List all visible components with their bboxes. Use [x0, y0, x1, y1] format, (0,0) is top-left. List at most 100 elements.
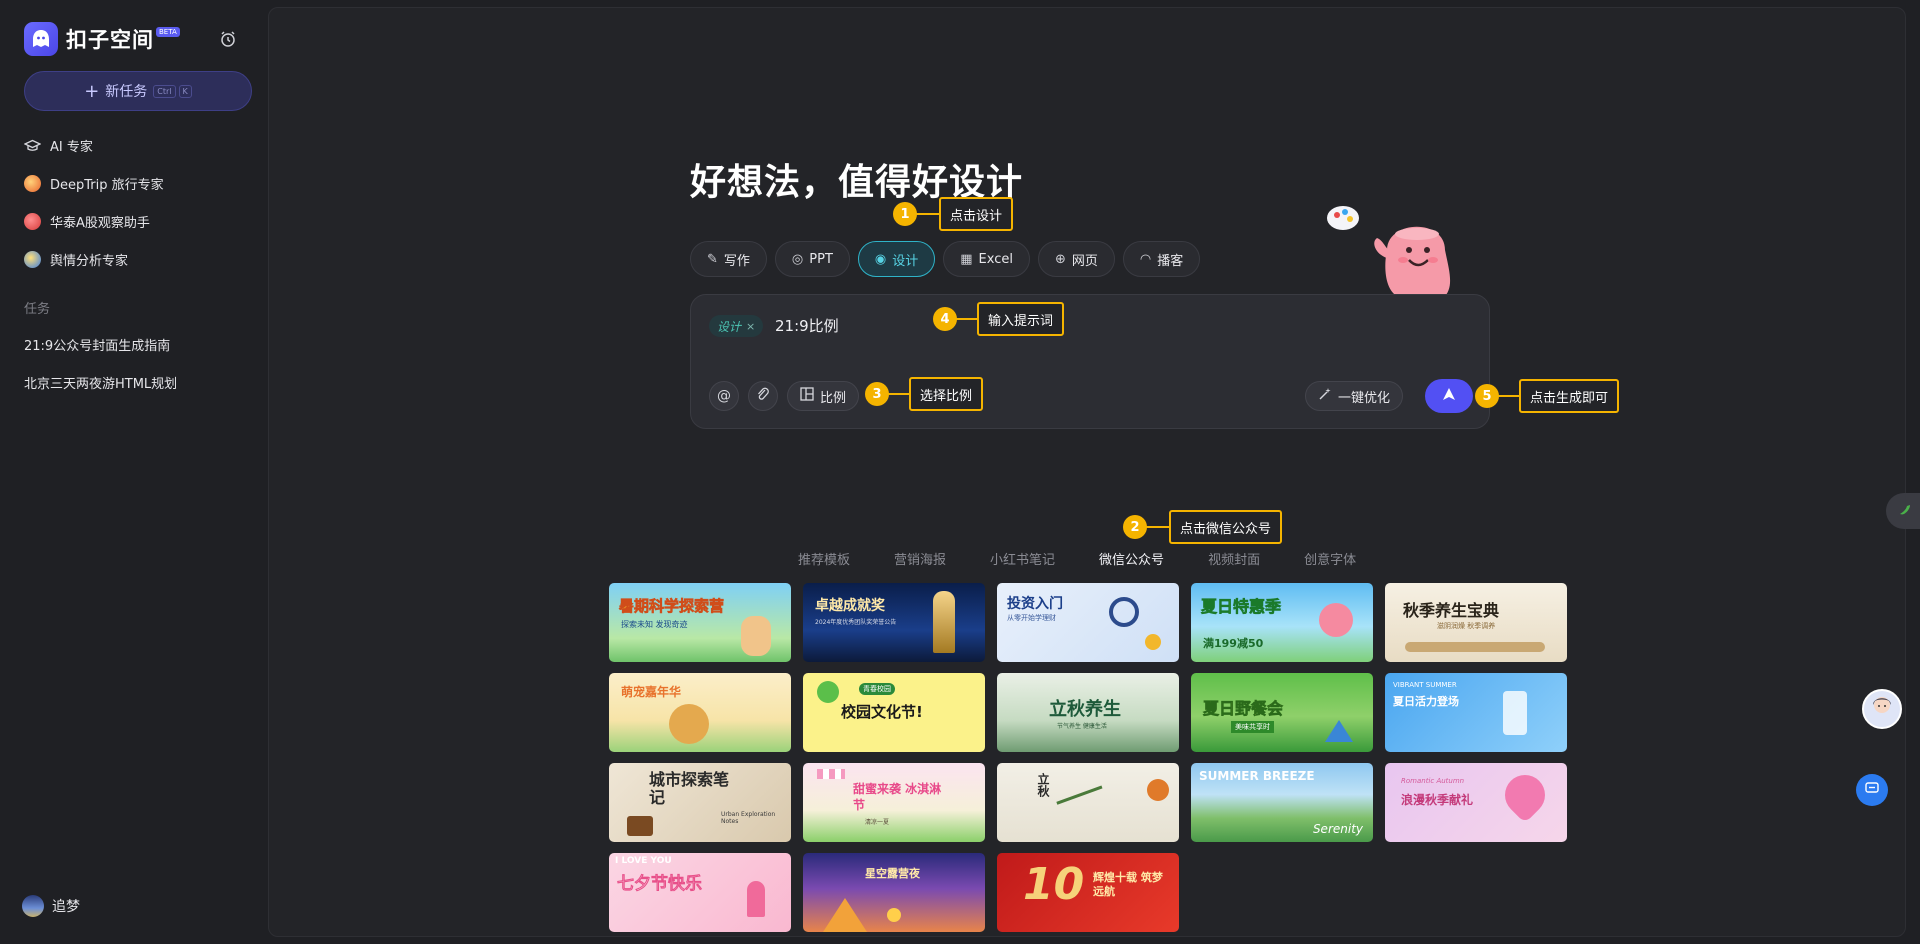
tab-label: Excel: [978, 251, 1013, 267]
template-card[interactable]: 10 辉煌十载 筑梦远航: [997, 853, 1179, 932]
template-card[interactable]: 夏日野餐会 美味共享时: [1191, 673, 1373, 752]
annotation-marker-2: 2: [1123, 515, 1147, 539]
template-title: 校园文化节!: [841, 703, 923, 721]
template-title: 七夕节快乐: [617, 874, 703, 895]
tab-marketing-poster[interactable]: 营销海报: [894, 549, 946, 568]
tab-writing[interactable]: ✎ 写作: [690, 241, 767, 277]
task-item[interactable]: 21:9公众号封面生成指南: [24, 335, 170, 354]
optimize-label: 一键优化: [1338, 390, 1391, 406]
tab-xiaohongshu[interactable]: 小红书笔记: [990, 549, 1055, 568]
tab-excel[interactable]: ▦ Excel: [943, 241, 1030, 277]
tent-icon: [1325, 720, 1353, 742]
alarm-clock-icon[interactable]: [218, 29, 238, 49]
coze-logo-icon: [24, 22, 58, 56]
tulip-illustration: [747, 881, 765, 917]
shortcut-key-ctrl: Ctrl: [153, 84, 176, 98]
close-icon[interactable]: ×: [746, 320, 755, 333]
floating-side-tab[interactable]: [1886, 493, 1920, 529]
coin-icon: [1145, 634, 1161, 650]
template-subtitle: 满199减50: [1203, 637, 1264, 650]
annotation-connector: [956, 318, 978, 320]
new-task-button[interactable]: + 新任务 Ctrl K: [24, 71, 252, 111]
attach-button[interactable]: [748, 381, 778, 411]
design-mode-chip[interactable]: 设计 ×: [709, 315, 764, 337]
template-subtitle: 10: [1023, 859, 1085, 910]
graduation-cap-icon: [24, 137, 41, 154]
template-card[interactable]: VIBRANT SUMMER 夏日活力登场: [1385, 673, 1567, 752]
template-subtitle: 美味共享时: [1231, 721, 1274, 733]
new-task-label: 新任务: [105, 84, 148, 100]
tab-wechat[interactable]: 微信公众号: [1099, 549, 1164, 568]
template-card[interactable]: 秋季养生宝典 滋阴润燥 秋季调养: [1385, 583, 1567, 662]
assistant-face-icon: [1868, 693, 1896, 725]
template-subtitle: Romantic Autumn: [1401, 777, 1465, 785]
template-title: SUMMER BREEZE: [1199, 769, 1315, 783]
ppt-icon: ◎: [791, 251, 804, 267]
drink-illustration: [1503, 691, 1527, 735]
tab-recommended[interactable]: 推荐模板: [798, 549, 850, 568]
tab-creative-font[interactable]: 创意字体: [1304, 549, 1356, 568]
template-card[interactable]: 立秋养生 节气养生 健康生活: [997, 673, 1179, 752]
palette-icon: ◉: [874, 251, 887, 267]
task-item[interactable]: 北京三天两夜游HTML规划: [24, 373, 177, 392]
prompt-input-box[interactable]: 设计 × 21:9比例 @ 比例 一键优化: [690, 294, 1490, 429]
kids-illustration: [741, 616, 771, 656]
annotation-connector: [1498, 395, 1520, 397]
template-card[interactable]: 甜蜜来袭 冰淇淋节 清凉一夏: [803, 763, 985, 842]
sidebar-item-sentiment[interactable]: 舆情分析专家: [24, 250, 128, 269]
sidebar-item-huatai[interactable]: 华泰A股观察助手: [24, 212, 150, 231]
awning-decoration: [817, 769, 845, 779]
assistant-avatar[interactable]: [1862, 689, 1902, 729]
chip-label: 设计: [717, 319, 742, 334]
annotation-label-5: 点击生成即可: [1519, 379, 1620, 413]
tab-webpage[interactable]: ⊕ 网页: [1037, 241, 1115, 277]
template-grid: 暑期科学探索营 探索未知 发现奇迹 卓越成就奖 2024年度优秀团队奖荣誉公告 …: [609, 583, 1567, 932]
template-card[interactable]: 投资入门 从零开始学理财: [997, 583, 1179, 662]
template-title: 夏日特惠季: [1201, 597, 1282, 617]
template-title: 萌宠嘉年华: [621, 685, 682, 699]
sidebar: 扣子空间 BETA + 新任务 Ctrl K AI 专家 DeepTrip 旅行…: [0, 0, 268, 944]
prompt-text[interactable]: 21:9比例: [775, 315, 839, 336]
template-card[interactable]: I LOVE YOU 七夕节快乐: [609, 853, 791, 932]
template-title: 卓越成就奖: [815, 598, 885, 614]
template-card[interactable]: 夏日特惠季 满199减50: [1191, 583, 1373, 662]
tab-design[interactable]: ◉ 设计: [857, 241, 936, 277]
template-subtitle: 青春校园: [859, 683, 895, 695]
chat-support-button[interactable]: [1856, 774, 1888, 806]
sidebar-item-deeptrip[interactable]: DeepTrip 旅行专家: [24, 174, 164, 193]
tab-label: 网页: [1071, 253, 1098, 269]
avatar: [22, 895, 44, 917]
template-card[interactable]: 星空露营夜: [803, 853, 985, 932]
mention-button[interactable]: @: [709, 381, 739, 411]
optimize-button[interactable]: 一键优化: [1305, 381, 1404, 411]
tab-video-cover[interactable]: 视频封面: [1208, 549, 1260, 568]
template-card[interactable]: 萌宠嘉年华: [609, 673, 791, 752]
user-profile[interactable]: 追梦: [22, 895, 80, 917]
trophy-icon: [933, 591, 955, 653]
template-subtitle: 滋阴润燥 秋季调养: [1437, 622, 1496, 630]
app-logo[interactable]: 扣子空间 BETA: [24, 22, 180, 56]
sidebar-item-ai-expert[interactable]: AI 专家: [24, 136, 93, 155]
template-card[interactable]: 暑期科学探索营 探索未知 发现奇迹: [609, 583, 791, 662]
annotation-label-4: 输入提示词: [977, 302, 1065, 336]
tab-label: PPT: [809, 251, 833, 267]
magnifier-icon: [1109, 597, 1139, 627]
template-title: 城市探索笔记: [649, 770, 730, 807]
send-button[interactable]: [1425, 379, 1473, 413]
template-card[interactable]: 卓越成就奖 2024年度优秀团队奖荣誉公告: [803, 583, 985, 662]
annotation-label-1: 点击设计: [939, 197, 1014, 231]
sentiment-icon: [24, 251, 41, 268]
template-card[interactable]: Romantic Autumn 浪漫秋季献礼: [1385, 763, 1567, 842]
tab-ppt[interactable]: ◎ PPT: [774, 241, 850, 277]
tab-podcast[interactable]: ◠ 播客: [1122, 241, 1201, 277]
template-card[interactable]: 青春校园 校园文化节!: [803, 673, 985, 752]
template-card[interactable]: 立秋: [997, 763, 1179, 842]
template-title: 夏日活力登场: [1393, 695, 1459, 708]
chat-bubble-icon: [1864, 780, 1880, 800]
podcast-icon: ◠: [1139, 251, 1152, 267]
ratio-button[interactable]: 比例: [787, 381, 860, 411]
template-title: 辉煌十载 筑梦远航: [1093, 871, 1163, 898]
template-card[interactable]: 城市探索笔记 Urban Exploration Notes: [609, 763, 791, 842]
persimmon-icon: [1147, 779, 1169, 801]
template-card[interactable]: SUMMER BREEZE Serenity: [1191, 763, 1373, 842]
